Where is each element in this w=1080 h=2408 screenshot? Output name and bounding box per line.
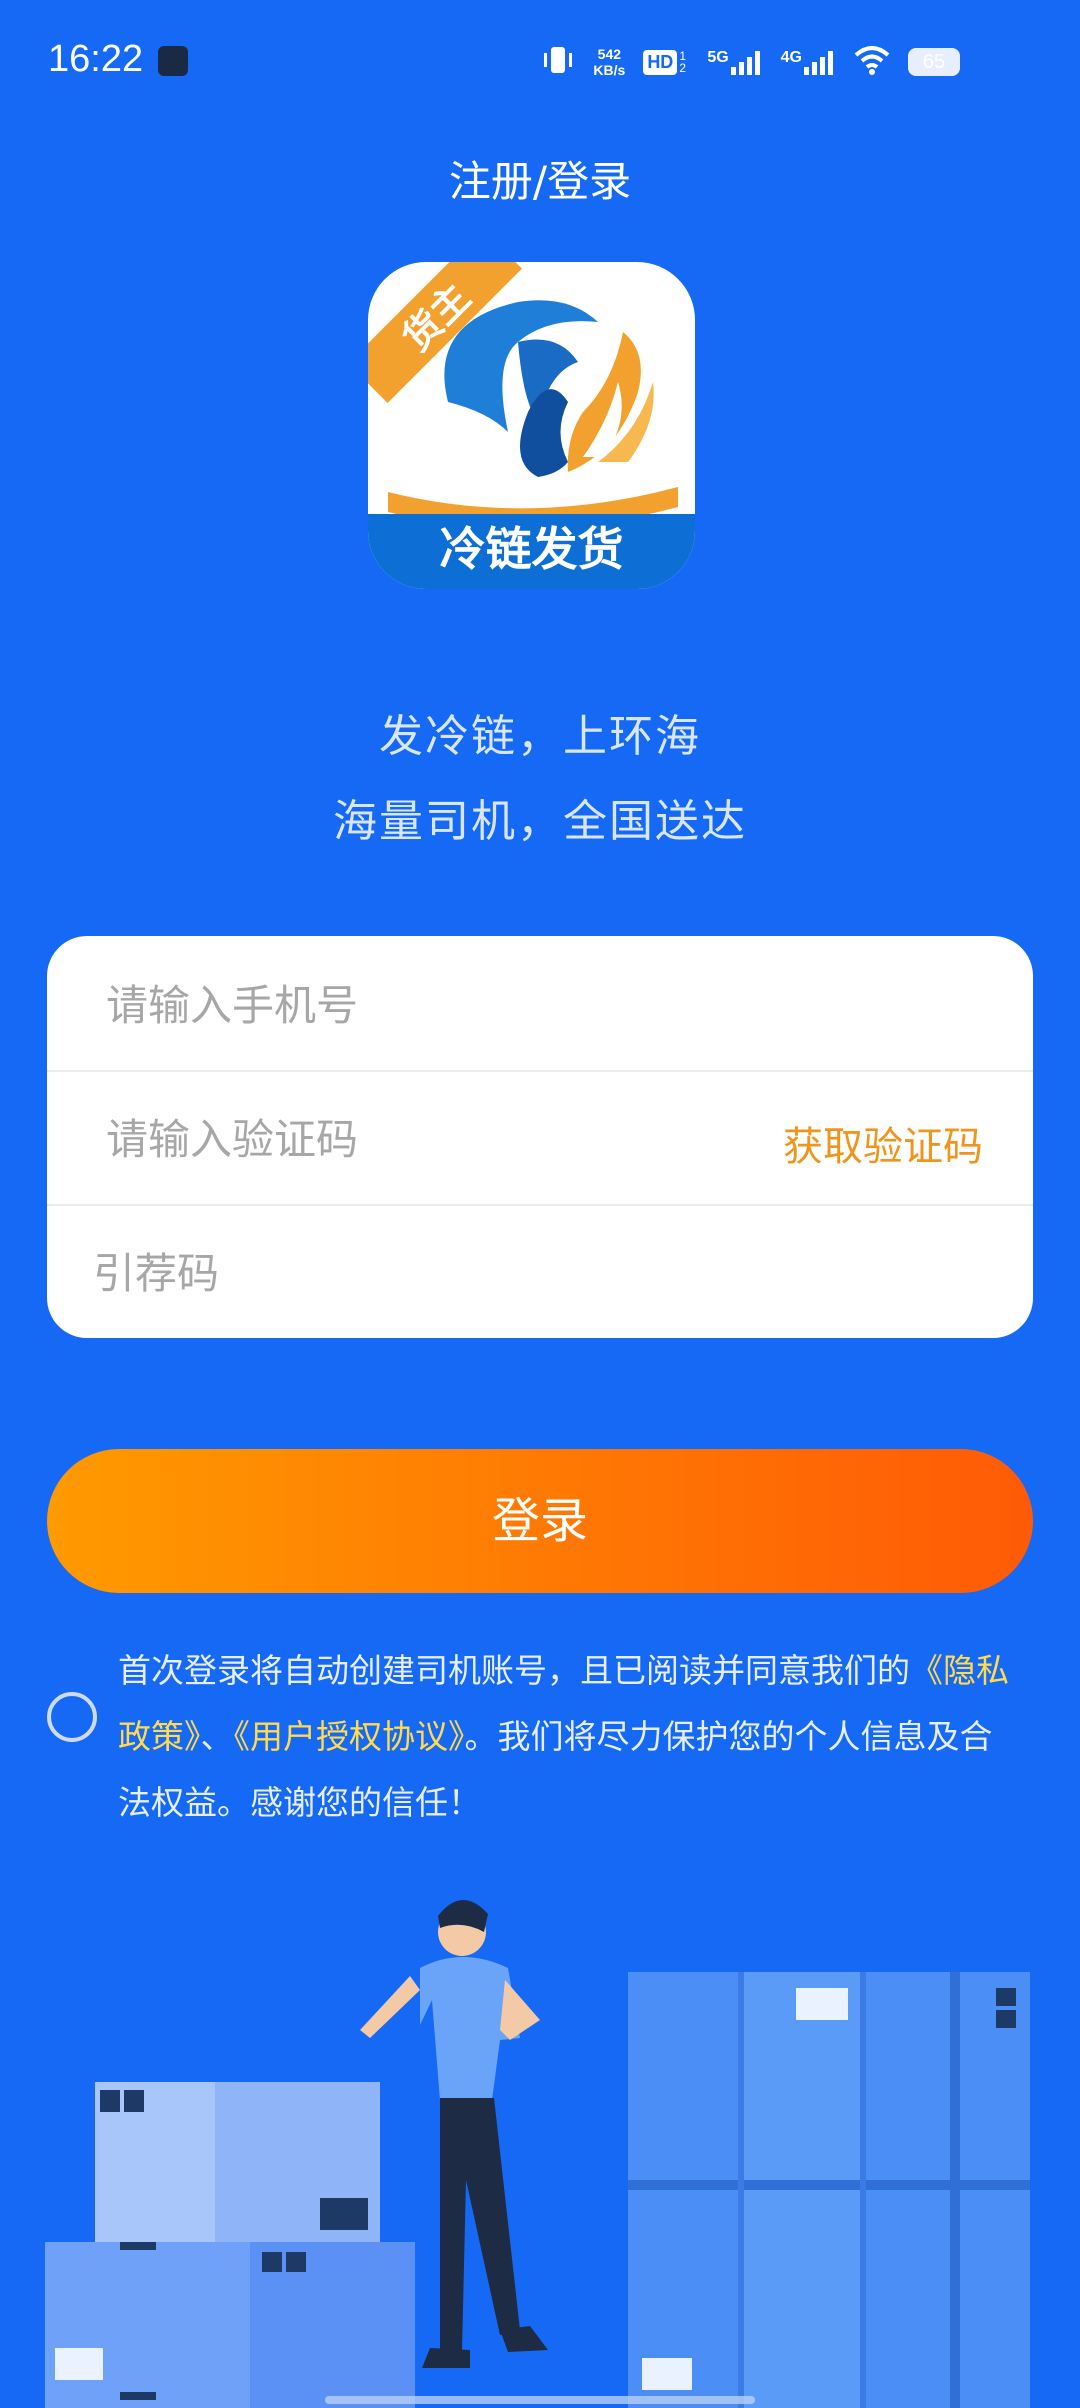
status-time: 16:22 <box>48 38 144 80</box>
battery-icon: 65 <box>908 48 960 76</box>
signal-icon: 5G <box>707 49 762 75</box>
login-button[interactable]: 登录 <box>47 1449 1033 1593</box>
get-code-button[interactable]: 获取验证码 <box>783 1114 983 1172</box>
status-bar: 16:22 542 KB/s HD 1 2 5G 4G 65 <box>0 0 1080 130</box>
slogan-line-2: 海量司机，全国送达 <box>333 796 747 847</box>
agreement-separator: 、 <box>200 1717 234 1756</box>
referral-code-input[interactable] <box>91 1234 795 1312</box>
verification-code-input[interactable] <box>104 1100 708 1178</box>
slogan-line-1: 发冷链，上环海 <box>379 711 701 762</box>
referral-row <box>47 1204 1033 1338</box>
net-speed: 542 KB/s <box>593 46 626 78</box>
login-form: 获取验证码 <box>47 936 1033 1338</box>
agreement-checkbox[interactable] <box>47 1692 97 1742</box>
agreement-prefix: 首次登录将自动创建司机账号，且已阅读并同意我们的 <box>118 1651 910 1690</box>
code-row: 获取验证码 <box>47 1070 1033 1206</box>
signal-icon-2: 4G <box>781 49 836 75</box>
phone-row <box>47 936 1033 1072</box>
vibrate-icon <box>541 43 575 82</box>
app-notification-icon <box>158 46 188 76</box>
home-indicator[interactable] <box>325 2396 755 2404</box>
wifi-icon <box>854 45 890 80</box>
app-logo: 货主 冷链发货 <box>368 262 695 589</box>
warehouse-illustration <box>45 1899 1030 2408</box>
logo-text: 冷链发货 <box>439 522 624 576</box>
agreement-text: 首次登录将自动创建司机账号，且已阅读并同意我们的《隐私政策》、《用户授权协议》。… <box>118 1638 1018 1836</box>
status-icons: 542 KB/s HD 1 2 5G 4G 65 <box>541 42 960 82</box>
user-agreement-link[interactable]: 《用户授权协议》 <box>234 1717 465 1756</box>
page-title: 注册/登录 <box>448 157 632 206</box>
hd-icon: HD 1 2 <box>643 49 689 75</box>
phone-input[interactable] <box>104 966 708 1044</box>
